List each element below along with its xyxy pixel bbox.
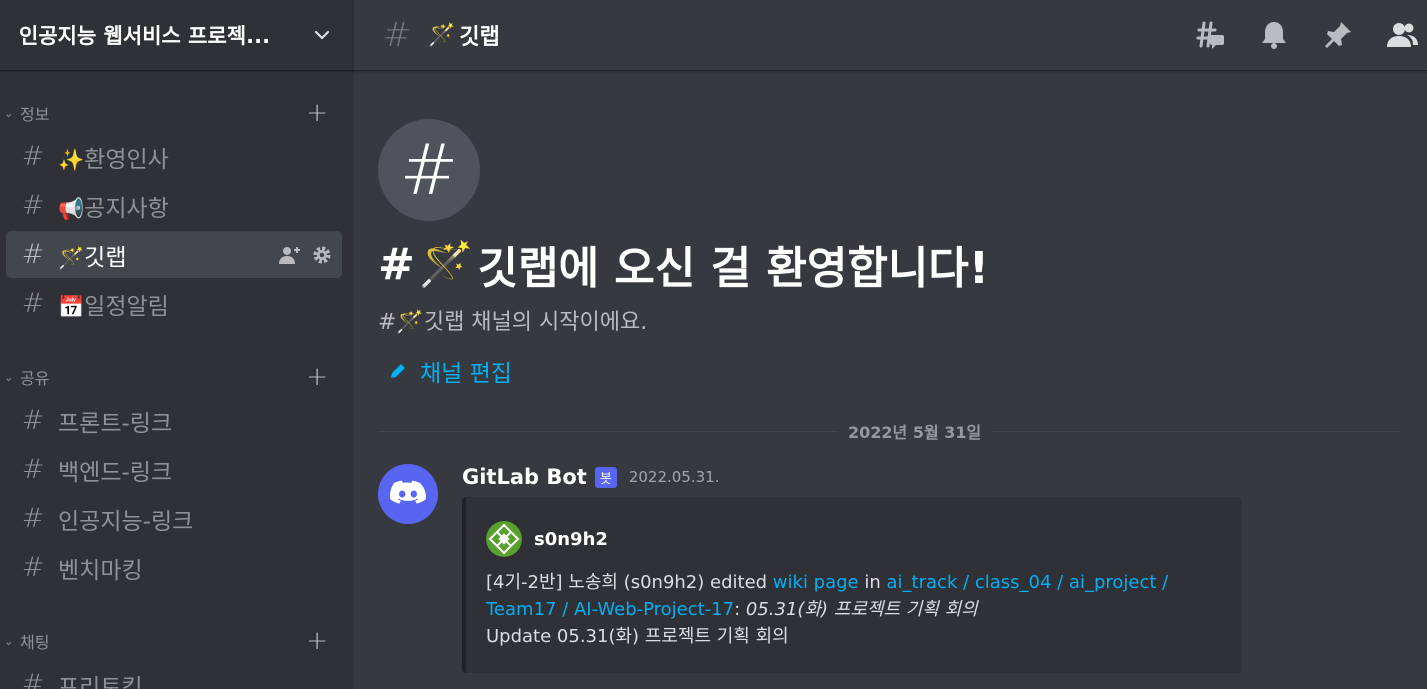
create-channel-plus-icon[interactable]: + [306, 628, 328, 654]
server-name: 인공지능 웹서비스 프로젝... [19, 24, 271, 48]
bot-tag: 봇 [594, 466, 617, 488]
message-embed: s0n9h2 [4기-2반] 노송희 (s0n9h2) edited wiki … [462, 497, 1242, 673]
channel-label: 인공지능-링크 [58, 508, 194, 535]
hash-icon: # [21, 669, 45, 689]
hash-icon: # [21, 190, 45, 221]
pin-icon[interactable] [1321, 18, 1355, 52]
gear-icon[interactable] [312, 245, 332, 265]
edit-channel-label: 채널 편집 [420, 361, 512, 387]
welcome-subtitle: #🪄깃랩 채널의 시작이에요. [378, 310, 648, 335]
threads-icon[interactable] [1193, 18, 1227, 52]
category-chat[interactable]: ⌄ 채팅 + [0, 628, 354, 654]
hash-icon: # [21, 288, 45, 319]
wiki-page-title: 05.31(화) 프로젝트 기획 회의 [745, 599, 978, 620]
hash-icon: # [21, 405, 45, 436]
caret-down-icon: ⌄ [4, 106, 14, 120]
channel-notice[interactable]: # 📢공지사항 [6, 182, 342, 229]
wiki-page-link[interactable]: wiki page [773, 572, 859, 593]
chevron-down-icon [314, 30, 330, 40]
embed-author: s0n9h2 [486, 521, 608, 557]
message-header: GitLab Bot 봇 2022.05.31. [462, 465, 719, 489]
channel-emoji: ✨ [58, 147, 85, 172]
hash-icon: # [21, 141, 45, 172]
hash-icon: # [21, 503, 45, 534]
channel-benchmarking[interactable]: # 벤치마킹 [6, 544, 342, 591]
category-info[interactable]: ⌄ 정보 + [0, 100, 354, 126]
channel-header: # 🪄 깃랩 [354, 0, 1427, 71]
embed-update-line: Update 05.31(화) 프로젝트 기획 회의 [486, 626, 789, 647]
date-divider: 2022년 5월 31일 [378, 419, 1400, 443]
channel-label: 환영인사 [84, 146, 169, 173]
hash-icon: # [382, 15, 412, 55]
members-icon[interactable] [1385, 18, 1419, 52]
channel-emoji: 🪄 [418, 239, 474, 290]
channel-label: 공지사항 [84, 195, 169, 222]
channel-label: 깃랩 [84, 244, 127, 271]
channel-label: 프리토킹 [58, 674, 143, 689]
avatar[interactable] [378, 464, 438, 524]
welcome-title: # 🪄 깃랩에 오신 걸 환영합니다! [378, 238, 989, 295]
channel-welcome[interactable]: # ✨환영인사 [6, 133, 342, 180]
hash-icon: # [21, 552, 45, 583]
embed-author-name[interactable]: s0n9h2 [534, 529, 608, 550]
channel-sidebar: 인공지능 웹서비스 프로젝... ⌄ 정보 + # ✨환영인사 # 📢공지사항 … [0, 0, 354, 689]
channel-ai-link[interactable]: # 인공지능-링크 [6, 495, 342, 542]
channel-gitlab[interactable]: # 🪄깃랩 [6, 231, 342, 278]
category-share[interactable]: ⌄ 공유 + [0, 364, 354, 390]
message-timestamp: 2022.05.31. [628, 468, 720, 486]
bell-icon[interactable] [1257, 18, 1291, 52]
server-header[interactable]: 인공지능 웹서비스 프로젝... [0, 0, 354, 71]
hash-icon: # [21, 454, 45, 485]
channel-hash-badge: # [378, 119, 480, 221]
category-name: 정보 [20, 105, 50, 124]
channel-emoji: 📅 [58, 294, 85, 319]
channel-label: 일정알림 [84, 293, 169, 320]
channel-back-link[interactable]: # 백엔드-링크 [6, 446, 342, 493]
category-name: 공유 [20, 369, 50, 388]
channel-front-link[interactable]: # 프론트-링크 [6, 397, 342, 444]
channel-title: 깃랩 [459, 25, 500, 50]
message-area: # # 🪄 깃랩에 오신 걸 환영합니다! #🪄깃랩 채널의 시작이에요. 채널… [354, 72, 1427, 689]
category-name: 채팅 [20, 633, 50, 652]
channel-schedule[interactable]: # 📅일정알림 [6, 280, 342, 327]
embed-author-avatar [486, 521, 522, 557]
edit-channel-button[interactable]: 채널 편집 [388, 354, 512, 388]
caret-down-icon: ⌄ [4, 634, 14, 648]
channel-label: 프론트-링크 [58, 410, 173, 437]
channel-emoji: 🪄 [428, 22, 456, 48]
create-channel-plus-icon[interactable]: + [306, 100, 328, 126]
channel-label: 백엔드-링크 [58, 459, 173, 486]
channel-label: 벤치마킹 [58, 557, 143, 584]
add-member-icon[interactable] [278, 245, 302, 265]
embed-description: [4기-2반] 노송희 (s0n9h2) edited wiki page in… [486, 572, 1169, 647]
hash-icon: # [21, 239, 45, 270]
channel-free-talking[interactable]: # 프리토킹 [6, 661, 342, 689]
message-author[interactable]: GitLab Bot [462, 465, 587, 489]
create-channel-plus-icon[interactable]: + [306, 364, 328, 390]
pencil-icon [391, 364, 405, 378]
hash-icon: # [399, 129, 459, 211]
channel-emoji: 🪄 [58, 245, 85, 270]
channel-emoji: 📢 [58, 196, 85, 221]
discord-logo-icon [390, 480, 426, 504]
caret-down-icon: ⌄ [4, 370, 14, 384]
date-divider-text: 2022년 5월 31일 [838, 419, 992, 443]
